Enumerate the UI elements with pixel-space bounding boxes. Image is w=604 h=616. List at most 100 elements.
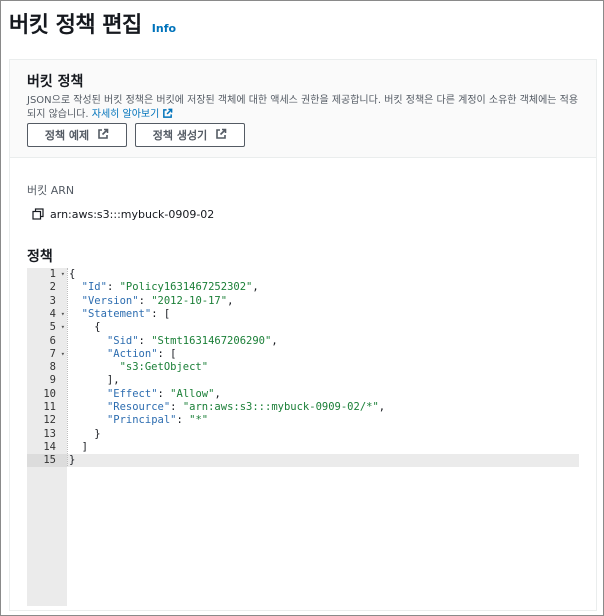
fold-toggle-icon[interactable]: ▾ xyxy=(61,348,65,361)
code-token: "Effect" xyxy=(106,387,158,400)
gutter-line: 6 xyxy=(27,335,67,348)
gutter-line: 15 xyxy=(27,454,67,468)
gutter-line: 5 ▾ xyxy=(27,321,67,334)
gutter-line: 12 xyxy=(27,414,67,427)
line-number: 13 xyxy=(43,427,56,440)
code-token: "*" xyxy=(189,414,209,427)
code-line[interactable]: "Id": "Policy1631467252302", xyxy=(67,281,579,294)
line-number: 1 xyxy=(49,268,56,280)
code-line[interactable]: { xyxy=(67,321,579,334)
code-token: , xyxy=(378,401,386,413)
learn-more-label: 자세히 알아보기 xyxy=(91,109,160,120)
gutter-line: 1 ▾ xyxy=(27,268,67,281)
editor-code-area[interactable]: { "Id": "Policy1631467252302", "Version"… xyxy=(67,268,579,606)
fold-toggle-icon[interactable]: ▾ xyxy=(61,308,65,321)
code-line[interactable]: ] xyxy=(67,441,579,454)
code-token: "s3:GetObject" xyxy=(119,361,209,374)
gutter-line: 4 ▾ xyxy=(27,308,67,321)
code-line[interactable]: ], xyxy=(67,374,579,387)
code-token: "Stmt1631467206290" xyxy=(151,334,272,347)
code-line[interactable]: { xyxy=(67,268,579,281)
gutter-line: 2 xyxy=(27,281,67,294)
code-line[interactable]: "Sid": "Stmt1631467206290", xyxy=(67,335,579,348)
gutter-line: 8 xyxy=(27,361,67,374)
gutter-line: 3 xyxy=(27,295,67,308)
line-number: 2 xyxy=(49,281,56,294)
code-token: { xyxy=(69,268,76,280)
page-title: 버킷 정책 편집 xyxy=(9,13,142,38)
code-token: : xyxy=(170,401,183,413)
code-token: : xyxy=(106,281,120,294)
code-token: : [ xyxy=(151,307,171,320)
code-token: ] xyxy=(69,440,88,453)
external-link-icon xyxy=(162,108,173,124)
panel-header: 버킷 정책 JSON으로 작성된 버킷 정책은 버킷에 저장된 객체에 대한 액… xyxy=(10,60,596,158)
code-token: "Policy1631467252302" xyxy=(119,281,253,294)
copy-icon[interactable] xyxy=(32,208,44,220)
code-token: { xyxy=(69,321,101,334)
window-frame: 버킷 정책 편집 Info 버킷 정책 JSON으로 작성된 버킷 정책은 버킷… xyxy=(0,0,604,616)
fold-toggle-icon[interactable]: ▾ xyxy=(61,321,65,334)
code-line[interactable]: "Resource": "arn:aws:s3:::mybuck-0909-02… xyxy=(67,401,579,414)
line-number: 10 xyxy=(43,387,56,400)
gutter-line: 11 xyxy=(27,401,67,414)
bucket-arn-row: arn:aws:s3:::mybuck-0909-02 xyxy=(32,206,214,222)
bucket-arn-label: 버킷 ARN xyxy=(27,184,75,197)
code-line[interactable]: "Principal": "*" xyxy=(67,414,579,427)
code-token: ], xyxy=(69,374,120,387)
code-token: } xyxy=(69,427,101,440)
code-token: "arn:aws:s3:::mybuck-0909-02/*" xyxy=(182,401,379,413)
line-number: 8 xyxy=(49,361,56,374)
code-token: , xyxy=(227,294,234,307)
fold-toggle-icon[interactable]: ▾ xyxy=(61,268,65,281)
line-number: 15 xyxy=(43,454,56,467)
code-line[interactable]: "Version": "2012-10-17", xyxy=(67,295,579,308)
gutter-line: 13 xyxy=(27,428,67,441)
indent-guide xyxy=(67,268,68,466)
code-token: "Version" xyxy=(81,294,139,307)
external-link-icon xyxy=(97,128,109,143)
line-number: 11 xyxy=(43,401,56,413)
code-token: "Sid" xyxy=(106,334,139,347)
line-number: 4 xyxy=(49,307,56,320)
code-line[interactable]: "Effect": "Allow", xyxy=(67,388,579,401)
policy-example-button[interactable]: 정책 예제 xyxy=(27,123,127,147)
code-line[interactable]: "s3:GetObject" xyxy=(67,361,579,374)
line-number: 9 xyxy=(49,374,56,387)
info-link[interactable]: Info xyxy=(152,22,176,35)
code-token: , xyxy=(214,387,221,400)
code-token: : xyxy=(138,334,152,347)
line-number: 14 xyxy=(43,440,56,453)
code-line[interactable]: "Statement": [ xyxy=(67,308,579,321)
line-number: 3 xyxy=(49,294,56,307)
line-number: 12 xyxy=(43,414,56,427)
code-token: : xyxy=(157,387,171,400)
code-line[interactable]: } xyxy=(67,454,579,468)
policy-example-label: 정책 예제 xyxy=(44,129,90,142)
code-token: } xyxy=(69,454,76,467)
policy-generator-button[interactable]: 정책 생성기 xyxy=(135,123,245,147)
policy-code-editor[interactable]: 1 ▾ 2 3 4 ▾ 5 ▾ 6 7 ▾ 8 9 10 11 12 13 14 15 { "Id": "Polic… xyxy=(27,268,579,606)
line-number: 5 xyxy=(49,321,56,334)
code-token: "Action" xyxy=(106,347,158,360)
code-token: "Allow" xyxy=(170,387,215,400)
code-token: "Id" xyxy=(81,281,107,294)
code-line[interactable]: "Action": [ xyxy=(67,348,579,361)
gutter-line: 7 ▾ xyxy=(27,348,67,361)
bucket-policy-panel: 버킷 정책 JSON으로 작성된 버킷 정책은 버킷에 저장된 객체에 대한 액… xyxy=(9,59,597,611)
section-description: JSON으로 작성된 버킷 정책은 버킷에 저장된 객체에 대한 액세스 권한을… xyxy=(27,94,587,124)
code-token: , xyxy=(271,334,278,347)
code-line[interactable]: } xyxy=(67,428,579,441)
line-number: 7 xyxy=(49,347,56,360)
learn-more-link[interactable]: 자세히 알아보기 xyxy=(91,108,174,120)
gutter-line: 14 xyxy=(27,441,67,454)
policy-generator-label: 정책 생성기 xyxy=(152,129,208,142)
code-token: "Principal" xyxy=(106,414,177,427)
code-token: "Resource" xyxy=(106,401,171,413)
